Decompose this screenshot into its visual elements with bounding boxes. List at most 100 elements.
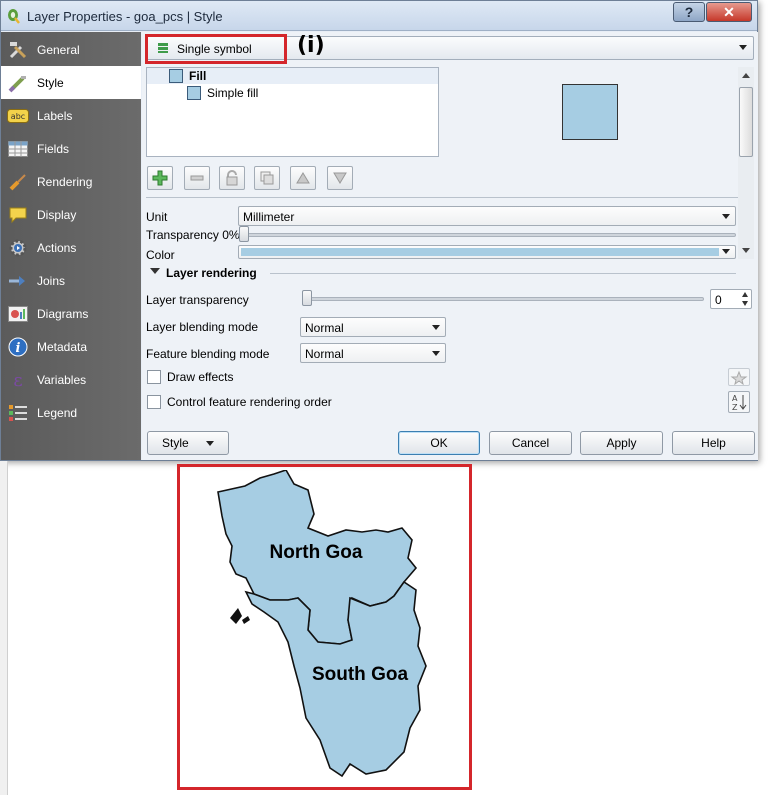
layer-transparency-label: Layer transparency: [146, 293, 249, 307]
draw-effects-checkbox[interactable]: [147, 370, 161, 384]
sidebar-item-label: General: [37, 42, 80, 57]
sidebar-item-label: Fields: [37, 141, 70, 156]
duplicate-layer-button[interactable]: [254, 166, 280, 190]
sidebar-item-labels[interactable]: abc Labels: [1, 99, 141, 132]
collapse-arrow-icon[interactable]: [150, 268, 160, 274]
star-icon: [730, 370, 748, 386]
title-bar[interactable]: Layer Properties - goa_pcs | Style ? ✕: [1, 1, 757, 31]
remove-layer-button[interactable]: [184, 166, 210, 190]
annotation-label: (i): [297, 33, 325, 58]
duplicate-icon: [260, 171, 274, 185]
gear-play-icon: [7, 238, 29, 258]
sidebar-item-label: Legend: [37, 405, 78, 420]
north-goa-label: North Goa: [270, 542, 363, 563]
chevron-down-icon: [432, 351, 440, 356]
abc-label-icon: abc: [7, 106, 29, 126]
move-up-button[interactable]: [290, 166, 316, 190]
control-order-label[interactable]: Control feature rendering order: [167, 395, 332, 409]
feature-blending-label: Feature blending mode: [146, 347, 270, 361]
epsilon-icon: ε: [7, 370, 29, 390]
layer-blending-value: Normal: [305, 321, 344, 335]
ok-button[interactable]: OK: [398, 431, 480, 455]
color-swatch: [241, 248, 719, 256]
legend-list-icon: [7, 403, 29, 423]
spin-up-icon[interactable]: [742, 292, 748, 297]
layer-rendering-title[interactable]: Layer rendering: [166, 266, 257, 280]
unit-value: Millimeter: [243, 210, 295, 224]
unit-label: Unit: [146, 210, 168, 224]
control-order-checkbox[interactable]: [147, 395, 161, 409]
help-title-button[interactable]: ?: [673, 2, 705, 22]
feature-blending-dropdown[interactable]: Normal: [300, 343, 446, 363]
triangle-up-icon: [296, 172, 310, 184]
vertical-scrollbar[interactable]: [738, 67, 754, 259]
draw-effects-label[interactable]: Draw effects: [167, 370, 233, 384]
sidebar-item-variables[interactable]: ε Variables: [1, 363, 141, 396]
unit-dropdown[interactable]: Millimeter: [238, 206, 736, 226]
pie-diagram-icon: [7, 304, 29, 324]
sidebar-item-legend[interactable]: Legend: [1, 396, 141, 429]
layer-properties-dialog: Layer Properties - goa_pcs | Style ? ✕ G…: [0, 0, 758, 461]
qgis-logo-icon: [8, 9, 20, 24]
svg-text:ε: ε: [13, 370, 22, 390]
close-button[interactable]: ✕: [706, 2, 752, 22]
scroll-down-icon[interactable]: [742, 248, 750, 253]
scroll-up-icon[interactable]: [742, 73, 750, 78]
layer-blending-dropdown[interactable]: Normal: [300, 317, 446, 337]
window-title: Layer Properties - goa_pcs | Style: [27, 9, 223, 24]
paintbrush-icon: [7, 73, 29, 93]
apply-button[interactable]: Apply: [580, 431, 663, 455]
islet-shape: [242, 616, 250, 624]
sidebar: General Style abc Labels Fields Renderin…: [1, 32, 141, 460]
minus-icon: [190, 175, 204, 181]
chevron-down-icon: [722, 249, 730, 254]
sidebar-item-label: Actions: [37, 240, 77, 255]
sidebar-item-style[interactable]: Style: [1, 66, 141, 99]
transparency-slider-handle[interactable]: [239, 226, 249, 242]
highlight-box: [145, 34, 287, 64]
goa-map[interactable]: North Goa South Goa: [190, 470, 460, 785]
sidebar-item-diagrams[interactable]: Diagrams: [1, 297, 141, 330]
sidebar-item-label: Style: [37, 75, 64, 90]
sidebar-item-joins[interactable]: Joins: [1, 264, 141, 297]
sidebar-item-label: Rendering: [37, 174, 93, 189]
sidebar-item-actions[interactable]: Actions: [1, 231, 141, 264]
layer-transparency-slider-track[interactable]: [302, 297, 704, 301]
move-down-button[interactable]: [327, 166, 353, 190]
layer-transparency-spinbox[interactable]: 0: [710, 289, 752, 309]
divider: [146, 197, 738, 198]
fill-swatch-icon: [169, 69, 183, 83]
south-goa-label: South Goa: [312, 664, 408, 685]
lock-layer-button[interactable]: [219, 166, 245, 190]
transparency-label: Transparency 0%: [146, 228, 240, 242]
sidebar-item-rendering[interactable]: Rendering: [1, 165, 141, 198]
layer-blending-label: Layer blending mode: [146, 320, 259, 334]
transparency-slider-track[interactable]: [238, 233, 736, 237]
section-divider: [270, 273, 736, 274]
add-layer-button[interactable]: [147, 166, 173, 190]
chevron-down-icon: [739, 45, 747, 50]
tree-child-label[interactable]: Simple fill: [207, 86, 258, 100]
symbol-preview: [562, 84, 618, 140]
join-arrow-icon: [7, 271, 29, 291]
cancel-button[interactable]: Cancel: [489, 431, 572, 455]
sidebar-item-general[interactable]: General: [1, 33, 141, 66]
sort-order-button[interactable]: AZ: [728, 391, 750, 413]
layer-transparency-slider-handle[interactable]: [302, 290, 312, 306]
color-label: Color: [146, 248, 175, 262]
sidebar-item-fields[interactable]: Fields: [1, 132, 141, 165]
info-icon: i: [7, 337, 29, 357]
sidebar-item-display[interactable]: Display: [1, 198, 141, 231]
svg-text:Z: Z: [732, 403, 738, 412]
color-button[interactable]: [238, 245, 736, 259]
sidebar-item-metadata[interactable]: i Metadata: [1, 330, 141, 363]
style-menu-button[interactable]: Style: [147, 431, 229, 455]
spin-down-icon[interactable]: [742, 301, 748, 306]
sort-az-icon: AZ: [732, 394, 747, 412]
effects-settings-button[interactable]: [728, 368, 750, 386]
help-button[interactable]: Help: [672, 431, 755, 455]
scroll-thumb[interactable]: [739, 87, 753, 157]
sidebar-item-label: Diagrams: [37, 306, 89, 321]
sidebar-item-label: Joins: [37, 273, 66, 288]
symbol-tree[interactable]: Fill Simple fill: [146, 67, 439, 157]
